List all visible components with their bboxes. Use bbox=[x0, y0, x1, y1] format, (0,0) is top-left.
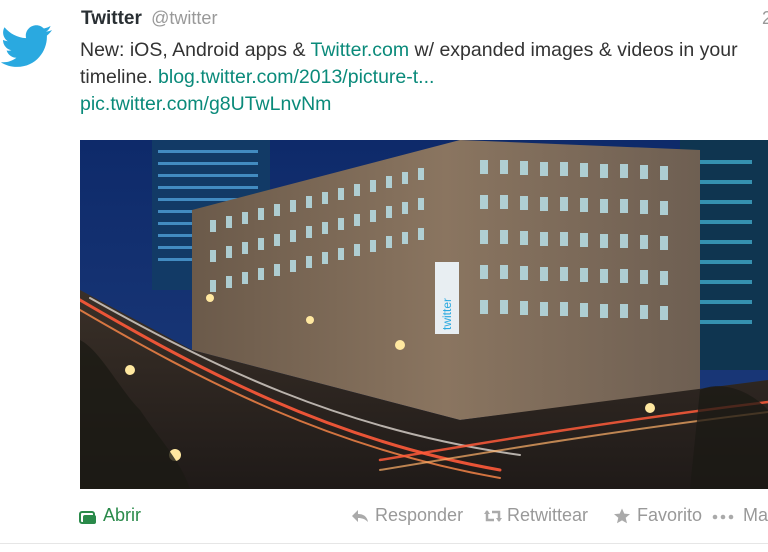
tweet-photo[interactable]: twitter bbox=[80, 140, 768, 489]
tweet: Twitter @twitter 2 New: iOS, Android app… bbox=[0, 0, 768, 552]
favorite-label: Favorito bbox=[637, 505, 703, 525]
twitter-banner-text: twitter bbox=[440, 298, 454, 330]
tweet-timestamp[interactable]: 2 bbox=[762, 8, 768, 29]
retweet-label: Retwittear bbox=[507, 505, 589, 525]
pic-link[interactable]: pic.twitter.com/g8UTwLnvNm bbox=[80, 93, 331, 115]
tweet-text: New: iOS, Android apps & Twitter.com w/ … bbox=[80, 37, 768, 118]
tweet-header: Twitter @twitter bbox=[81, 8, 217, 30]
more-label: Ma bbox=[743, 505, 768, 525]
retweet-icon bbox=[483, 508, 502, 524]
more-button[interactable]: Ma bbox=[711, 505, 768, 526]
tweet-actions: Abrir Responder Retwittear Favorito Ma bbox=[79, 505, 768, 529]
twitter-com-link[interactable]: Twitter.com bbox=[311, 39, 410, 61]
tweet-text-part: New: iOS, Android apps & bbox=[80, 39, 311, 61]
reply-button[interactable]: Responder bbox=[351, 505, 463, 526]
open-button[interactable]: Abrir bbox=[79, 505, 141, 526]
open-label: Abrir bbox=[103, 505, 142, 525]
reply-arrow-icon bbox=[351, 508, 369, 524]
more-dots-icon bbox=[711, 508, 737, 524]
favorite-button[interactable]: Favorito bbox=[613, 505, 702, 526]
blog-link[interactable]: blog.twitter.com/2013/picture-t... bbox=[158, 66, 434, 88]
open-card-icon bbox=[79, 509, 97, 524]
reply-label: Responder bbox=[375, 505, 464, 525]
author-username[interactable]: @twitter bbox=[151, 8, 217, 28]
star-icon bbox=[613, 508, 631, 524]
retweet-button[interactable]: Retwittear bbox=[483, 505, 588, 526]
tweet-divider bbox=[0, 543, 768, 544]
twitter-bird-icon[interactable] bbox=[0, 24, 54, 72]
author-fullname[interactable]: Twitter bbox=[81, 8, 142, 29]
